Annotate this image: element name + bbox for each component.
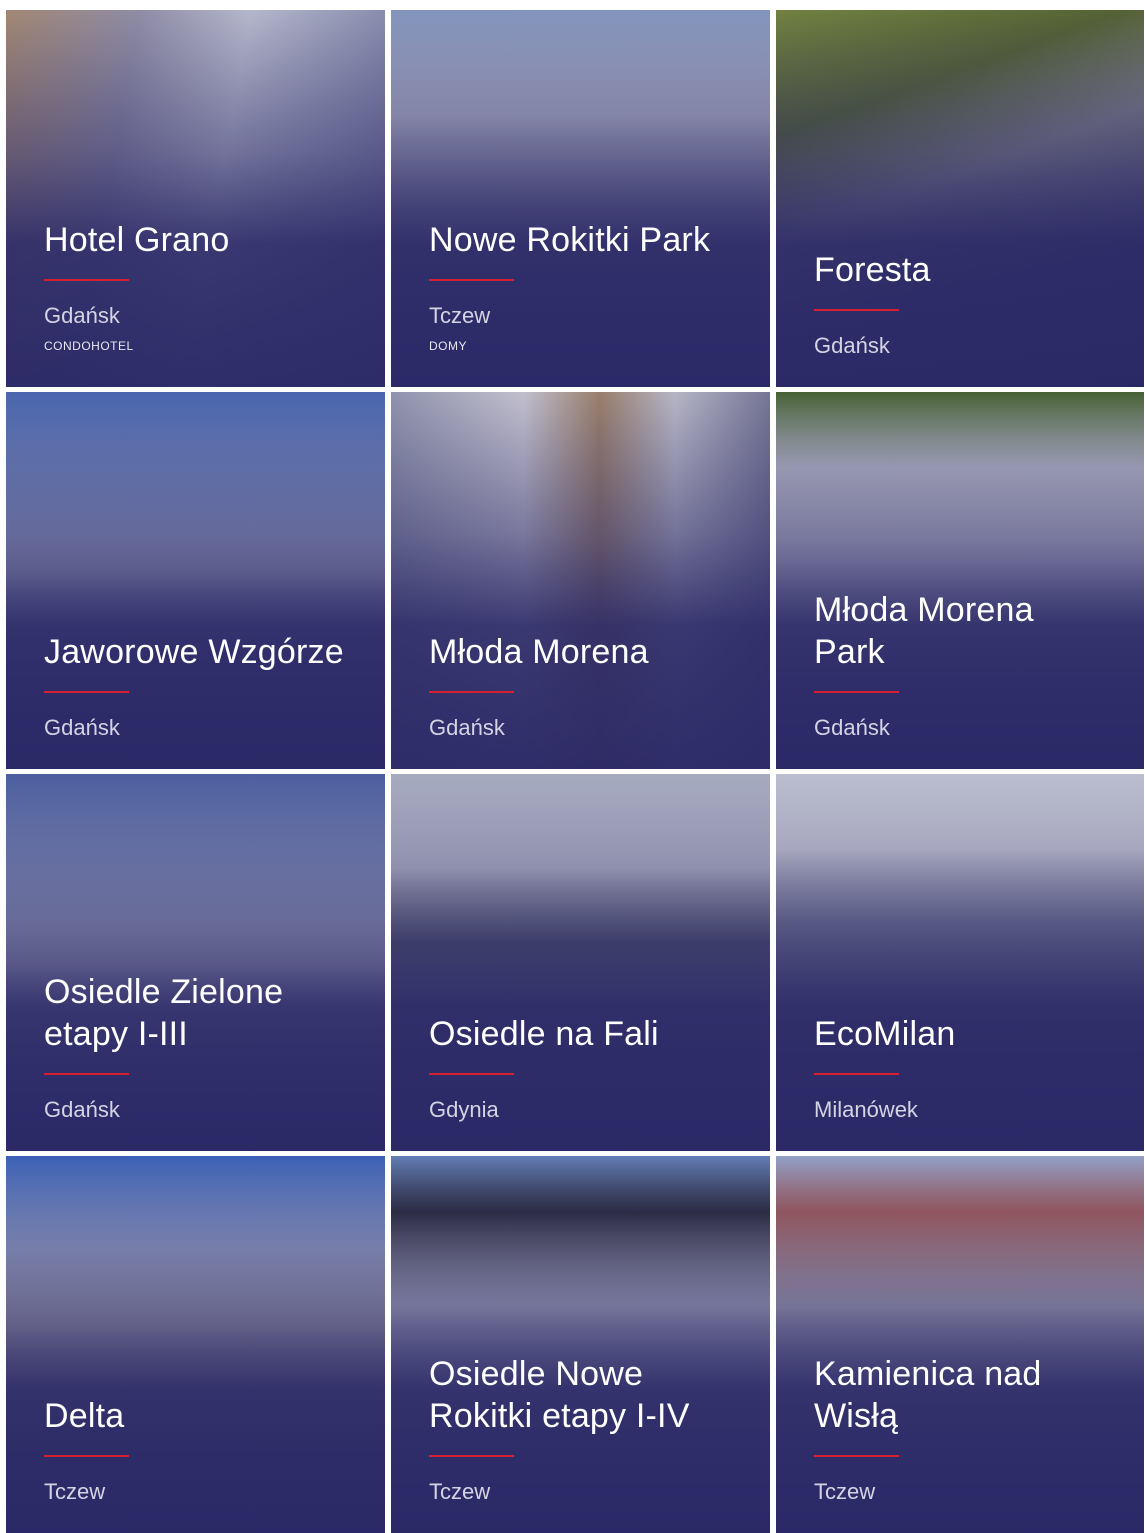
project-info: Młoda Morena Gdańsk: [429, 631, 740, 741]
project-city: Tczew: [429, 303, 491, 328]
project-title: Foresta: [814, 251, 931, 289]
project-city: Gdańsk: [814, 715, 890, 740]
accent-divider: [814, 309, 899, 311]
project-info: Hotel Grano Gdańsk CONDOHOTEL: [44, 219, 355, 353]
project-category: CONDOHOTEL: [44, 339, 134, 353]
project-city: Gdańsk: [44, 1097, 120, 1122]
accent-divider: [44, 691, 129, 693]
project-city: Tczew: [814, 1479, 876, 1504]
project-city: Gdańsk: [44, 715, 120, 740]
projects-grid: Hotel Grano Gdańsk CONDOHOTEL Nowe Rokit…: [6, 10, 1145, 1533]
project-city: Tczew: [44, 1479, 106, 1504]
accent-divider: [429, 691, 514, 693]
project-info: EcoMilan Milanówek: [814, 1013, 1114, 1123]
project-info: Delta Tczew: [44, 1395, 355, 1505]
accent-divider: [429, 279, 514, 281]
project-card-nowe-rokitki-park[interactable]: Nowe Rokitki Park Tczew DOMY: [391, 10, 770, 387]
project-info: Osiedle Nowe Rokitki etapy I-IV Tczew: [429, 1353, 740, 1505]
project-info: Osiedle Zielone etapy I-III Gdańsk: [44, 971, 355, 1123]
project-title: Kamienica nad Wisłą: [814, 1355, 1042, 1435]
project-title: Delta: [44, 1397, 125, 1435]
project-city: Gdańsk: [44, 303, 120, 328]
accent-divider: [44, 1455, 129, 1457]
project-city: Milanówek: [814, 1097, 918, 1122]
project-card-osiedle-zielone[interactable]: Osiedle Zielone etapy I-III Gdańsk: [6, 774, 385, 1151]
project-card-foresta[interactable]: Foresta Gdańsk: [776, 10, 1144, 387]
project-card-jaworowe-wzgorze[interactable]: Jaworowe Wzgórze Gdańsk: [6, 392, 385, 769]
project-card-ecomilan[interactable]: EcoMilan Milanówek: [776, 774, 1144, 1151]
project-category: DOMY: [429, 339, 467, 353]
project-title: EcoMilan: [814, 1015, 956, 1053]
project-info: Jaworowe Wzgórze Gdańsk: [44, 631, 355, 741]
accent-divider: [429, 1073, 514, 1075]
accent-divider: [814, 691, 899, 693]
accent-divider: [429, 1455, 514, 1457]
project-info: Młoda Morena Park Gdańsk: [814, 589, 1114, 741]
project-card-delta[interactable]: Delta Tczew: [6, 1156, 385, 1533]
project-card-hotel-grano[interactable]: Hotel Grano Gdańsk CONDOHOTEL: [6, 10, 385, 387]
project-info: Osiedle na Fali Gdynia: [429, 1013, 740, 1123]
project-info: Nowe Rokitki Park Tczew DOMY: [429, 219, 740, 353]
project-info: Kamienica nad Wisłą Tczew: [814, 1353, 1114, 1505]
project-title: Nowe Rokitki Park: [429, 221, 711, 259]
project-title: Hotel Grano: [44, 221, 230, 259]
project-city: Gdynia: [429, 1097, 499, 1122]
accent-divider: [44, 1073, 129, 1075]
project-card-osiedle-na-fali[interactable]: Osiedle na Fali Gdynia: [391, 774, 770, 1151]
project-city: Gdańsk: [429, 715, 505, 740]
accent-divider: [814, 1073, 899, 1075]
project-title: Młoda Morena: [429, 633, 649, 671]
project-card-kamienica-nad-wisla[interactable]: Kamienica nad Wisłą Tczew: [776, 1156, 1144, 1533]
accent-divider: [44, 279, 129, 281]
project-city: Gdańsk: [814, 333, 890, 358]
project-title: Osiedle na Fali: [429, 1015, 659, 1053]
project-city: Tczew: [429, 1479, 491, 1504]
project-info: Foresta Gdańsk: [814, 249, 1114, 359]
accent-divider: [814, 1455, 899, 1457]
project-title: Osiedle Nowe Rokitki etapy I-IV: [429, 1355, 690, 1435]
project-title: Młoda Morena Park: [814, 591, 1034, 671]
project-title: Jaworowe Wzgórze: [44, 633, 344, 671]
project-card-mloda-morena-park[interactable]: Młoda Morena Park Gdańsk: [776, 392, 1144, 769]
project-card-mloda-morena[interactable]: Młoda Morena Gdańsk: [391, 392, 770, 769]
project-card-osiedle-nowe-rokitki[interactable]: Osiedle Nowe Rokitki etapy I-IV Tczew: [391, 1156, 770, 1533]
project-title: Osiedle Zielone etapy I-III: [44, 973, 284, 1053]
